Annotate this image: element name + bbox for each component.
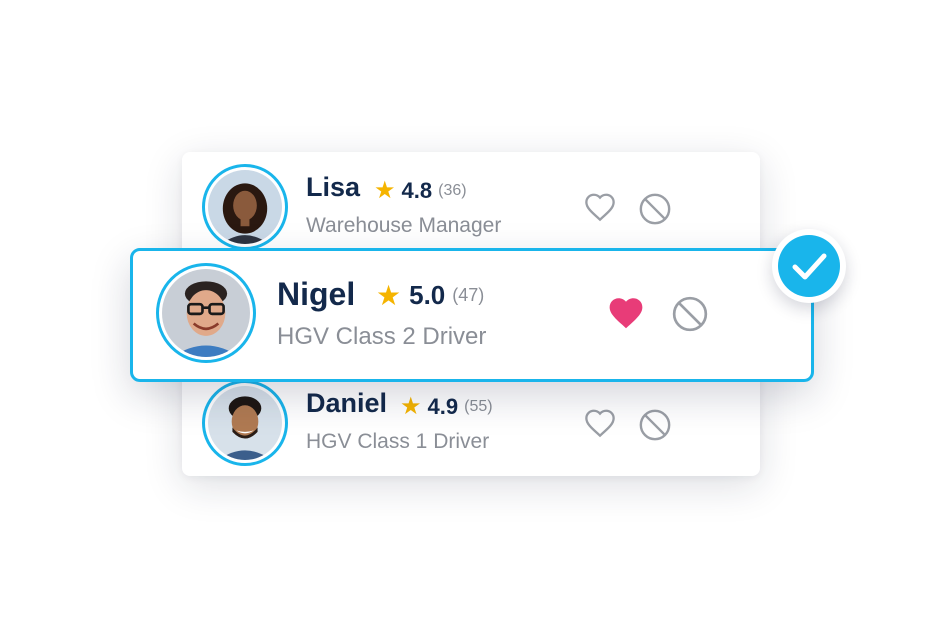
- star-icon: ★: [376, 280, 402, 311]
- heart-icon[interactable]: [606, 295, 646, 331]
- candidate-row-daniel[interactable]: Daniel ★ 4.9 (55) HGV Class 1 Driver: [200, 378, 680, 468]
- candidate-row-lisa[interactable]: Lisa ★ 4.8 (36) Warehouse Manager: [200, 162, 680, 252]
- avatar: [202, 380, 288, 466]
- review-count: (55): [464, 397, 493, 415]
- block-icon[interactable]: [638, 192, 672, 226]
- candidate-name: Lisa: [306, 172, 361, 202]
- selected-badge: [772, 229, 846, 303]
- review-count: (36): [438, 181, 467, 199]
- block-icon[interactable]: [638, 408, 672, 442]
- candidate-name: Nigel: [277, 276, 356, 312]
- block-icon[interactable]: [671, 295, 709, 333]
- rating-score: 4.9: [427, 393, 459, 419]
- candidate-role: HGV Class 2 Driver: [277, 323, 487, 350]
- avatar: [202, 164, 288, 250]
- candidate-role: HGV Class 1 Driver: [306, 430, 490, 453]
- heart-icon[interactable]: [583, 192, 617, 222]
- candidate-rating: ★ 4.8 (36): [374, 176, 467, 205]
- star-icon: ★: [374, 177, 396, 204]
- avatar: [156, 263, 256, 363]
- candidate-role: Warehouse Manager: [306, 214, 502, 237]
- rating-score: 4.8: [401, 177, 433, 203]
- candidate-row-nigel-selected[interactable]: Nigel ★ 5.0 (47) HGV Class 2 Driver: [130, 248, 814, 382]
- star-icon: ★: [400, 393, 422, 420]
- heart-icon[interactable]: [583, 408, 617, 438]
- checkmark-icon: [792, 253, 827, 280]
- candidate-rating: ★ 5.0 (47): [376, 279, 484, 312]
- rating-score: 5.0: [409, 280, 446, 310]
- candidate-name: Daniel: [306, 388, 388, 418]
- candidate-rating: ★ 4.9 (55): [400, 392, 493, 421]
- review-count: (47): [452, 285, 485, 305]
